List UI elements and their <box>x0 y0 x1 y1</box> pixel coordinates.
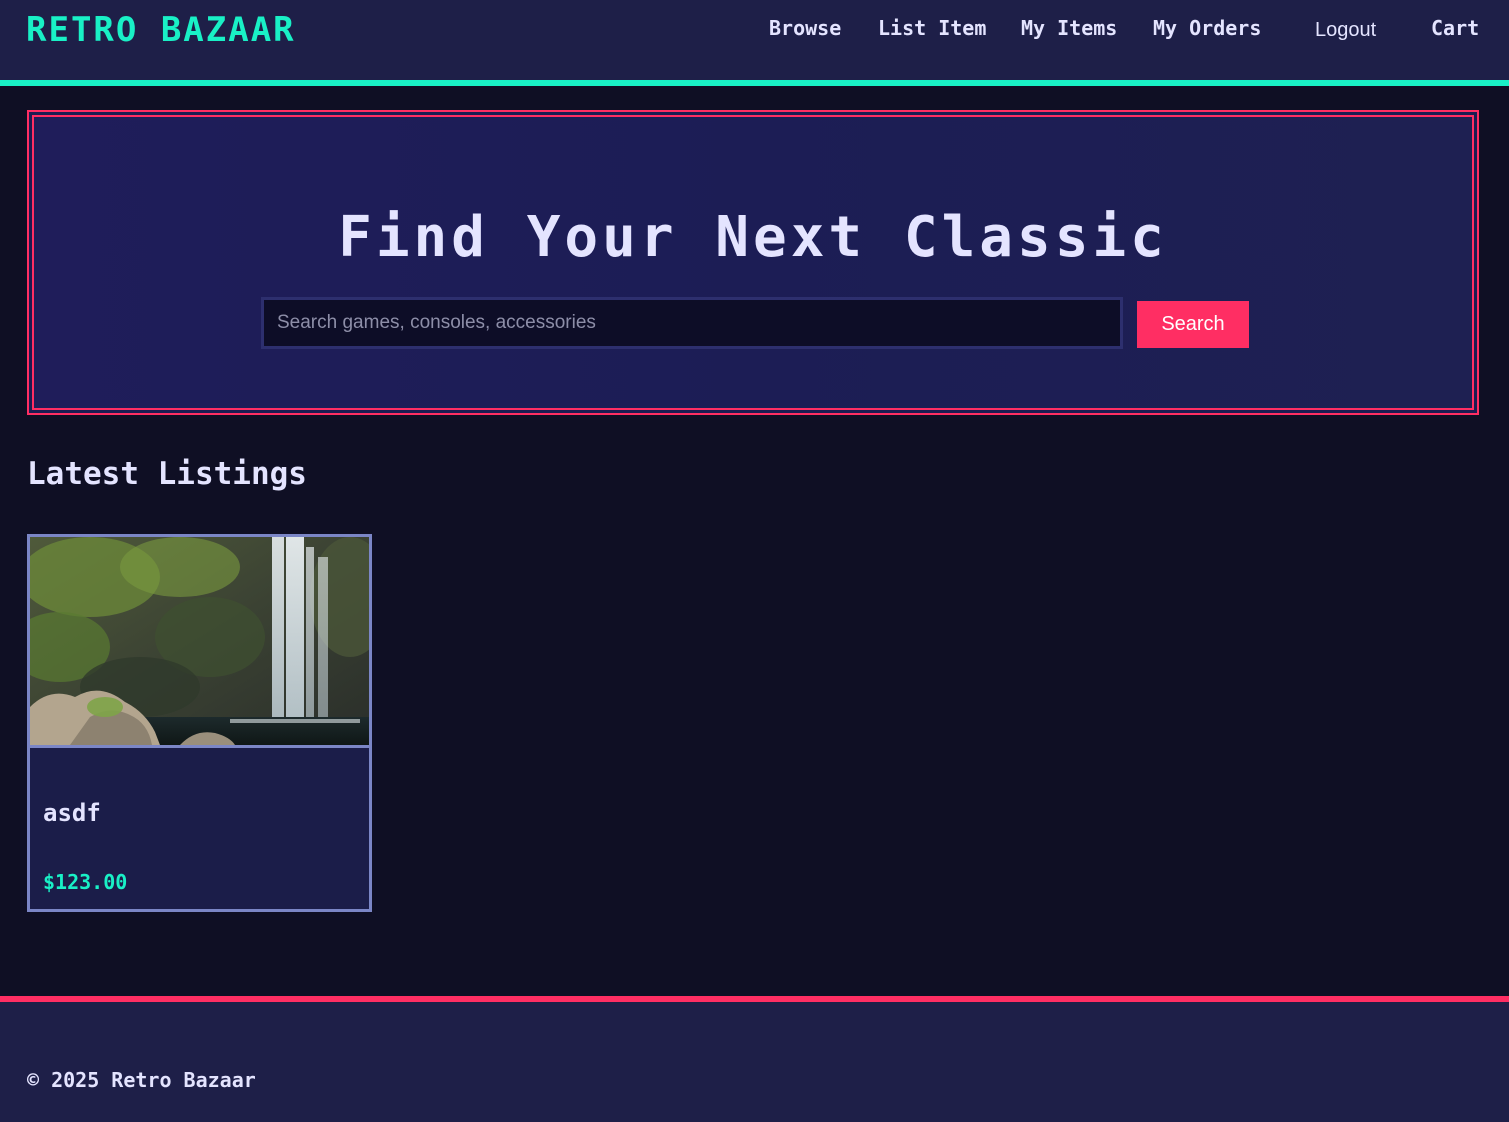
hero-banner: Find Your Next Classic Search <box>27 110 1479 415</box>
footer-copyright: © 2025 Retro Bazaar <box>27 1068 256 1092</box>
search-button[interactable]: Search <box>1137 301 1249 348</box>
nav-my-items-link[interactable]: My Items <box>1021 16 1117 40</box>
nav-browse-link[interactable]: Browse <box>769 16 841 40</box>
top-navbar: RETRO BAZAAR Browse List Item My Items M… <box>0 0 1509 86</box>
listing-title[interactable]: asdf <box>43 799 101 827</box>
nav-my-orders-link[interactable]: My Orders <box>1153 16 1261 40</box>
nav-cart-link[interactable]: Cart <box>1431 16 1479 40</box>
listing-card[interactable]: asdf $123.00 <box>27 534 372 912</box>
nav-list-item-link[interactable]: List Item <box>878 16 986 40</box>
nav-logout-link[interactable]: Logout <box>1315 19 1376 42</box>
hero-title: Find Your Next Classic <box>338 205 1168 270</box>
search-input[interactable] <box>261 297 1123 349</box>
section-title-latest-listings: Latest Listings <box>27 456 307 492</box>
hero-inner-frame: Find Your Next Classic Search <box>32 115 1474 410</box>
site-logo[interactable]: RETRO BAZAAR <box>26 10 296 50</box>
site-footer: © 2025 Retro Bazaar <box>0 996 1509 1122</box>
waterfall-photo[interactable] <box>30 537 369 748</box>
listing-price: $123.00 <box>43 870 128 894</box>
